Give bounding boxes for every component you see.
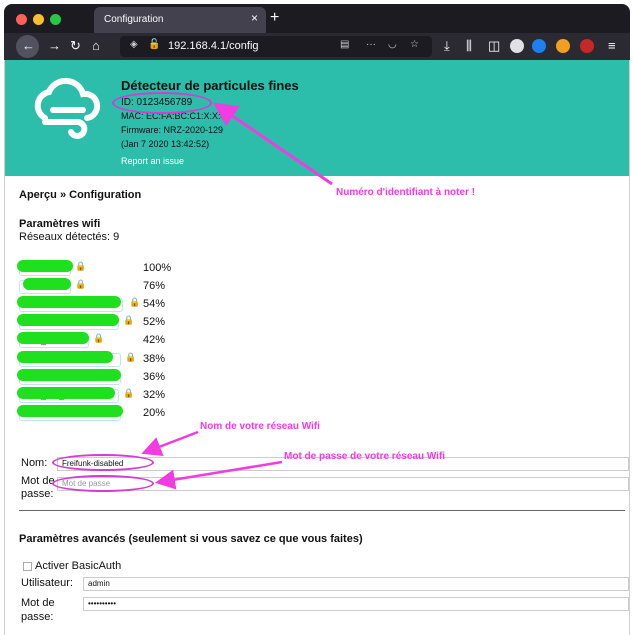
home-icon[interactable]: ⌂	[92, 38, 100, 54]
wifi-name-label: Nom:	[21, 457, 48, 469]
redaction-mark	[17, 351, 113, 363]
advanced-password-label-cont: passe:	[21, 611, 54, 623]
advanced-password-label: Mot de	[21, 597, 55, 609]
redaction-mark	[17, 387, 115, 399]
reload-icon[interactable]: ↻	[70, 38, 81, 54]
detected-networks-count: Réseaux détectés: 9	[19, 231, 120, 243]
redaction-mark	[17, 405, 123, 417]
url-text[interactable]: 192.168.4.1/config	[168, 40, 259, 52]
forward-arrow-icon[interactable]: →	[48, 38, 61, 54]
downloads-icon[interactable]: ⤓	[444, 38, 450, 54]
bookmark-star-icon[interactable]: ☆	[410, 39, 419, 50]
advanced-password-input[interactable]: ••••••••••	[83, 597, 629, 611]
new-tab-button[interactable]: +	[270, 9, 279, 27]
page-content: Détecteur de particules fines ID: 012345…	[4, 60, 630, 635]
tab-title: Configuration	[104, 14, 164, 25]
lock-icon: 🔒	[123, 315, 135, 325]
lock-icon: 🔒	[75, 261, 87, 271]
network-signal: 100%	[143, 262, 172, 274]
pocket-icon[interactable]: ◡	[388, 39, 397, 50]
network-signal: 42%	[143, 334, 166, 346]
insecure-lock-icon[interactable]: 🔓	[148, 39, 160, 50]
back-arrow-icon: ←	[22, 38, 35, 53]
network-signal: 36%	[143, 371, 166, 383]
basicauth-checkbox[interactable]	[23, 562, 32, 571]
redaction-mark	[17, 369, 121, 381]
redaction-mark	[17, 314, 119, 326]
redaction-mark	[17, 332, 89, 344]
lock-icon: 🔒	[129, 297, 141, 307]
browser-nav-bar: ← → ↻ ⌂ ◈ 🔓 192.168.4.1/config ▤ ··· ◡ ☆…	[4, 33, 630, 60]
username-label: Utilisateur:	[21, 577, 73, 589]
redaction-mark	[17, 260, 73, 272]
report-issue-link[interactable]: Report an issue	[121, 156, 184, 166]
page-actions-icon[interactable]: ···	[366, 39, 376, 50]
extension-blue-icon[interactable]	[532, 39, 546, 53]
cloud-wind-logo-icon	[34, 77, 101, 139]
advanced-section-title: Paramètres avancés (seulement si vous sa…	[19, 533, 363, 545]
breadcrumb: Aperçu » Configuration	[19, 189, 142, 201]
extension-orange-icon[interactable]	[556, 39, 570, 53]
sidebar-icon[interactable]: ◫	[488, 38, 500, 54]
lock-icon: 🔒	[123, 388, 135, 398]
wifi-password-label-cont: passe:	[21, 488, 54, 500]
network-signal: 76%	[143, 280, 166, 292]
wifi-name-annotation: Nom de votre réseau Wifi	[200, 421, 320, 432]
section-divider	[19, 510, 625, 511]
redaction-mark	[23, 278, 71, 290]
lock-icon: 🔒	[93, 333, 105, 343]
back-button[interactable]: ←	[16, 35, 39, 58]
wifi-password-highlight-oval	[52, 475, 154, 492]
reader-view-icon[interactable]: ▤	[340, 39, 349, 50]
network-signal: 52%	[143, 316, 166, 328]
minimize-window-button[interactable]	[33, 14, 44, 25]
shield-icon[interactable]: ◈	[130, 39, 138, 50]
id-annotation: Numéro d'identifiant à noter !	[336, 187, 476, 198]
network-signal: 20%	[143, 407, 166, 419]
tab-close-icon[interactable]: ×	[251, 11, 258, 25]
browser-tab-bar: Configuration × +	[4, 4, 630, 33]
redaction-mark	[17, 296, 121, 308]
network-signal: 54%	[143, 298, 166, 310]
device-firmware: Firmware: NRZ-2020-129	[121, 125, 224, 135]
wifi-password-annotation: Mot de passe de votre réseau Wifi	[284, 451, 446, 462]
url-bar[interactable]: ◈ 🔓 192.168.4.1/config ▤ ··· ◡ ☆	[120, 36, 432, 57]
lock-icon: 🔒	[125, 352, 137, 362]
library-icon[interactable]: ⫼	[466, 38, 472, 54]
maximize-window-button[interactable]	[50, 14, 61, 25]
extension-icon[interactable]	[510, 39, 524, 53]
close-window-button[interactable]	[16, 14, 27, 25]
username-input[interactable]: admin	[83, 577, 629, 591]
id-highlight-oval	[112, 92, 212, 114]
network-signal: 38%	[143, 353, 166, 365]
wifi-password-label: Mot de	[21, 475, 55, 487]
tab-configuration[interactable]: Configuration ×	[94, 7, 266, 33]
wifi-name-highlight-oval	[52, 454, 154, 471]
device-header: Détecteur de particules fines ID: 012345…	[5, 60, 629, 176]
lock-icon: 🔒	[75, 279, 87, 289]
wifi-section-title: Paramètres wifi	[19, 218, 101, 230]
network-signal: 32%	[143, 389, 166, 401]
extension-red-icon[interactable]	[580, 39, 594, 53]
device-title: Détecteur de particules fines	[121, 78, 299, 93]
menu-icon[interactable]: ≡	[608, 38, 616, 54]
basicauth-label: Activer BasicAuth	[35, 560, 122, 572]
device-build-date: (Jan 7 2020 13:42:52)	[121, 139, 210, 149]
